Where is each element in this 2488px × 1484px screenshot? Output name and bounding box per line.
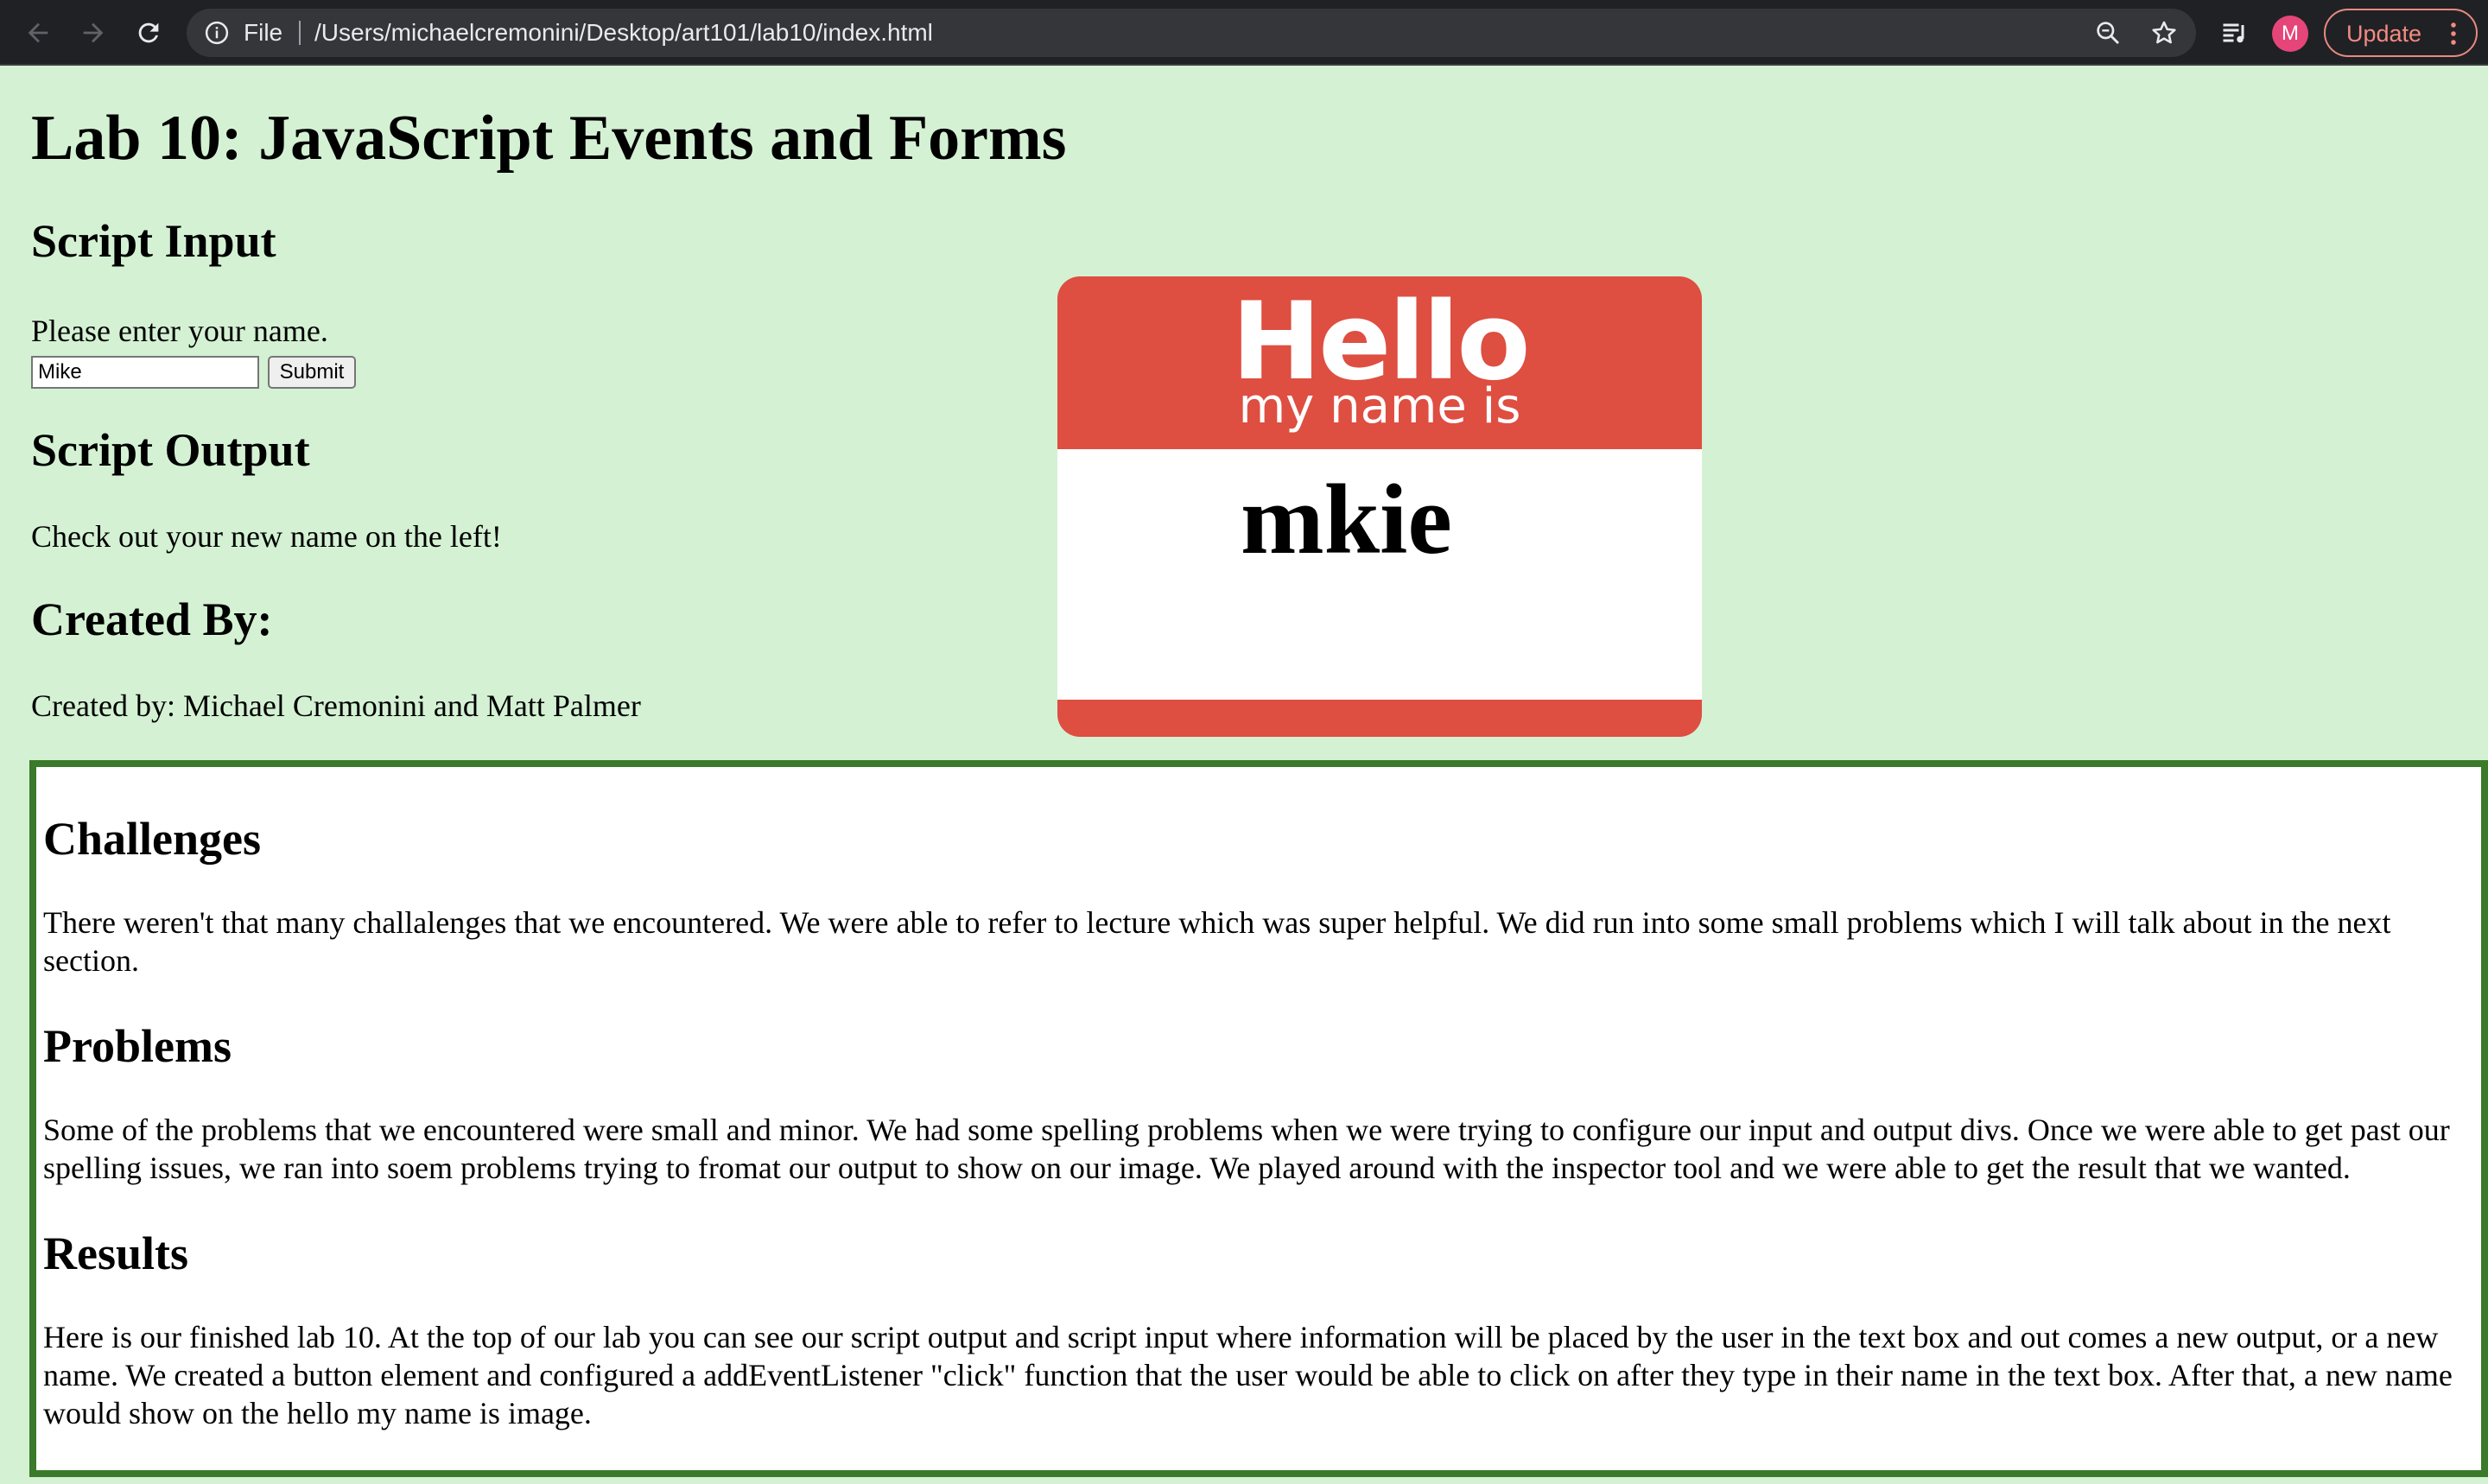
script-input-heading: Script Input xyxy=(31,215,276,267)
reload-icon xyxy=(138,22,159,43)
update-button[interactable]: Update xyxy=(2324,9,2478,57)
info-icon[interactable] xyxy=(204,20,230,46)
forward-button[interactable] xyxy=(74,14,112,52)
problems-text: Some of the problems that we encountered… xyxy=(43,1113,2450,1185)
reload-button[interactable] xyxy=(130,14,168,52)
results-heading: Results xyxy=(43,1227,189,1279)
forward-arrow-icon xyxy=(83,22,104,43)
report-box: Challenges There weren't that many chall… xyxy=(29,760,2488,1477)
address-bar[interactable]: File /Users/michaelcremonini/Desktop/art… xyxy=(187,9,2196,57)
script-output-heading: Script Output xyxy=(31,424,310,476)
name-tag-image: Hello my name is mkie xyxy=(1057,276,1702,737)
star-icon[interactable] xyxy=(2149,18,2179,48)
browser-toolbar: File /Users/michaelcremonini/Desktop/art… xyxy=(0,0,2488,66)
name-prompt: Please enter your name. xyxy=(31,314,328,348)
challenges-text: There weren't that many challalenges tha… xyxy=(43,905,2391,978)
name-tag-my-name-is: my name is xyxy=(1238,378,1521,434)
scheme-label: File xyxy=(244,19,283,46)
submit-button[interactable]: Submit xyxy=(268,356,356,389)
script-output-name: mkie xyxy=(1241,465,1452,575)
problems-heading: Problems xyxy=(43,1020,232,1072)
name-input[interactable] xyxy=(31,356,259,389)
challenges-heading: Challenges xyxy=(43,813,262,865)
zoom-icon[interactable] xyxy=(2094,19,2122,47)
url-text[interactable]: /Users/michaelcremonini/Desktop/art101/l… xyxy=(314,19,933,47)
authors-text: Created by: Michael Cremonini and Matt P… xyxy=(31,688,641,723)
results-text: Here is our finished lab 10. At the top … xyxy=(43,1320,2453,1430)
created-by-heading: Created By: xyxy=(31,593,273,645)
back-button[interactable] xyxy=(19,14,57,52)
omnibox-divider xyxy=(299,21,301,45)
output-instructions: Check out your new name on the left! xyxy=(31,519,502,554)
back-arrow-icon xyxy=(28,22,48,43)
kebab-menu-icon[interactable] xyxy=(2445,21,2462,47)
update-label: Update xyxy=(2346,21,2422,47)
page-title: Lab 10: JavaScript Events and Forms xyxy=(31,103,1067,174)
profile-avatar[interactable]: M xyxy=(2272,16,2308,52)
reading-list-icon[interactable] xyxy=(2218,17,2251,48)
